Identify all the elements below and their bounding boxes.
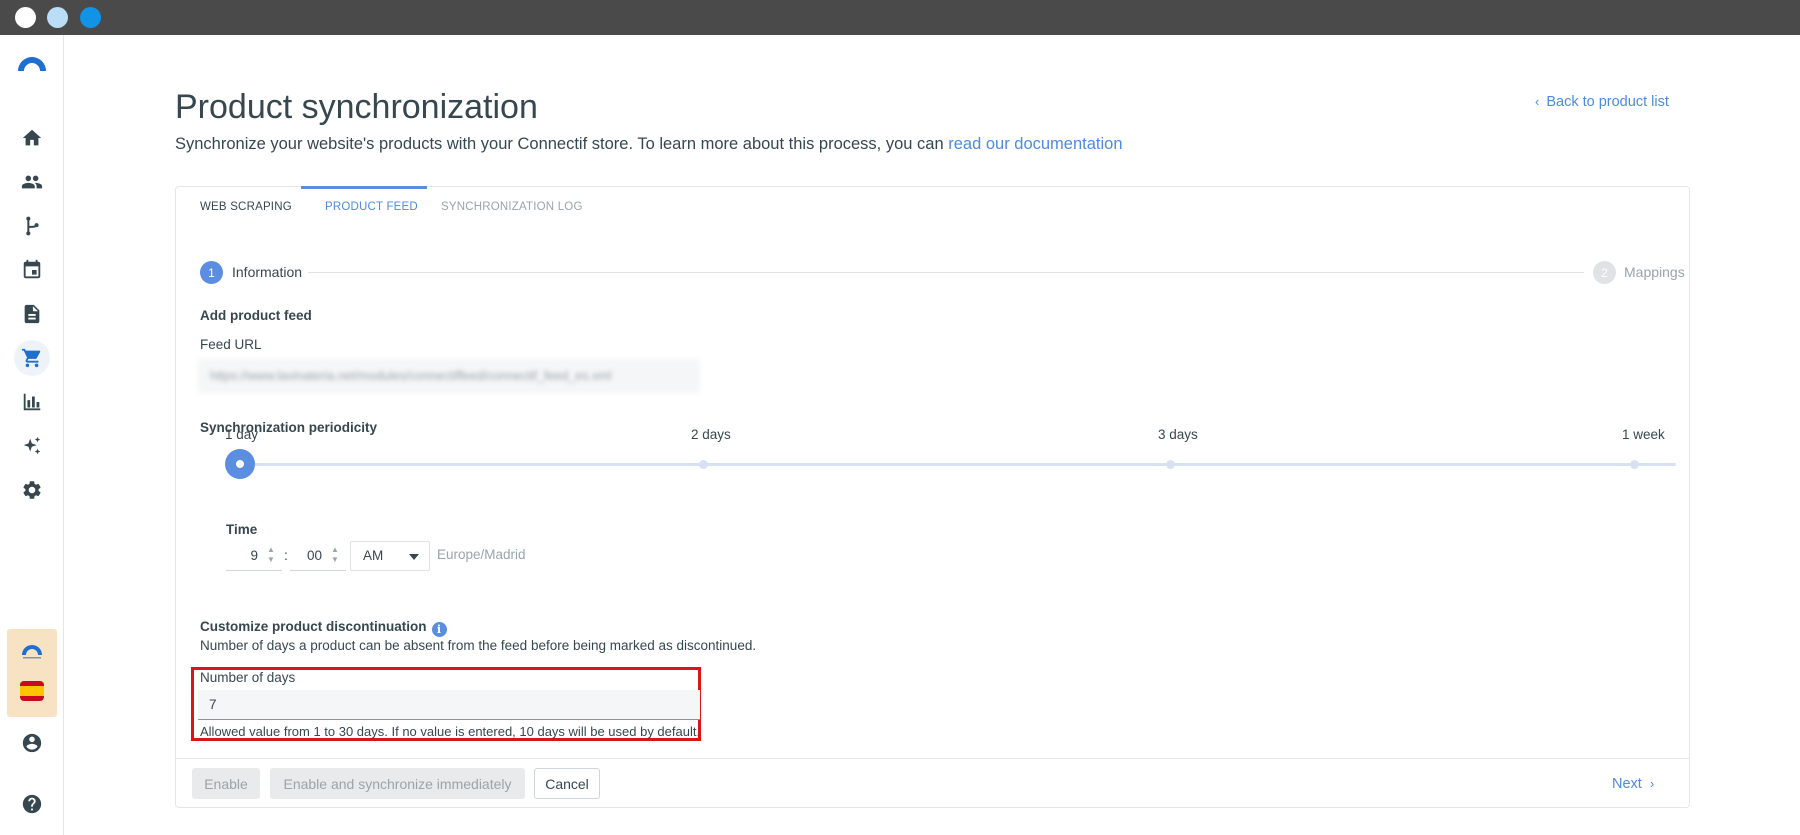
card-footer: Enable Enable and synchronize immediatel…	[176, 758, 1689, 808]
add-feed-title: Add product feed	[200, 308, 312, 323]
home-icon	[22, 129, 42, 146]
window-maximize-button[interactable]	[80, 7, 101, 28]
sidebar-item-store[interactable]	[14, 340, 50, 376]
enable-button[interactable]: Enable	[192, 768, 260, 799]
store-selector[interactable]	[7, 629, 57, 717]
document-icon	[24, 304, 40, 324]
stepper-connector	[308, 272, 1584, 273]
sidebar-item-contacts[interactable]	[14, 164, 50, 200]
product-sync-card: WEB SCRAPING PRODUCT FEED SYNCHRONIZATIO…	[175, 186, 1690, 808]
periodicity-option-1-day[interactable]: 1 day	[225, 427, 258, 442]
window-close-button[interactable]	[15, 7, 36, 28]
active-tab-indicator	[301, 186, 427, 189]
slider-track[interactable]	[239, 463, 1676, 466]
periodicity-option-2-days[interactable]: 2 days	[691, 427, 731, 442]
sidebar-item-reports[interactable]	[14, 384, 50, 420]
tab-bar: WEB SCRAPING PRODUCT FEED SYNCHRONIZATIO…	[176, 186, 1689, 233]
chevron-left-icon: ‹	[1535, 94, 1540, 109]
discontinuation-title: Customize product discontinuation i	[200, 619, 447, 637]
store-brand-logo	[22, 645, 42, 659]
periodicity-slider[interactable]: 1 day 2 days 3 days 1 week	[225, 427, 1676, 487]
step-1-number: 1	[200, 261, 223, 284]
step-2-label: Mappings	[1624, 264, 1685, 280]
sidebar-item-settings[interactable]	[14, 472, 50, 508]
periodicity-option-1-week[interactable]: 1 week	[1622, 427, 1665, 442]
cart-icon	[21, 348, 41, 368]
discontinuation-title-text: Customize product discontinuation	[200, 619, 427, 634]
ampm-select[interactable]: AM	[350, 541, 430, 571]
sidebar-item-help[interactable]	[14, 786, 50, 822]
step-2-number: 2	[1593, 261, 1616, 284]
back-to-product-list-link[interactable]: ‹ Back to product list	[1535, 94, 1669, 110]
slider-tick-3-days[interactable]	[1166, 460, 1175, 469]
periodicity-option-3-days[interactable]: 3 days	[1158, 427, 1198, 442]
info-icon[interactable]: i	[431, 622, 447, 637]
sidebar-item-workflows[interactable]	[14, 208, 50, 244]
enable-and-sync-button[interactable]: Enable and synchronize immediately	[270, 768, 525, 799]
window-minimize-button[interactable]	[47, 7, 68, 28]
minute-value: 00	[306, 548, 322, 563]
minute-spinner-icon[interactable]: ▲ ▼	[330, 545, 340, 565]
hour-value: 9	[250, 548, 258, 563]
contacts-icon	[21, 175, 43, 189]
window-titlebar	[0, 0, 1800, 35]
cancel-button[interactable]: Cancel	[534, 768, 600, 799]
sidebar-item-ai[interactable]	[14, 428, 50, 464]
slider-tick-1-week[interactable]	[1630, 460, 1639, 469]
chart-icon	[23, 393, 41, 411]
back-link-label: Back to product list	[1546, 94, 1669, 110]
tab-web-scraping[interactable]: WEB SCRAPING	[200, 201, 292, 213]
number-of-days-hint: Allowed value from 1 to 30 days. If no v…	[200, 724, 701, 739]
minute-input[interactable]: 00 ▲ ▼	[290, 541, 346, 571]
time-label: Time	[226, 522, 258, 537]
spain-flag-icon	[20, 681, 44, 701]
subtitle-text: Synchronize your website's products with…	[175, 135, 949, 153]
page-subtitle: Synchronize your website's products with…	[175, 135, 1123, 154]
documentation-link[interactable]: read our documentation	[948, 135, 1122, 153]
sparkle-icon	[23, 436, 41, 455]
sidebar	[0, 35, 64, 835]
next-button[interactable]: Next ›	[1612, 776, 1654, 792]
caret-down-icon	[409, 554, 419, 560]
workflow-icon	[26, 216, 39, 236]
hour-input[interactable]: 9 ▲ ▼	[226, 541, 282, 571]
sidebar-item-content[interactable]	[14, 296, 50, 332]
sidebar-item-home[interactable]	[14, 120, 50, 156]
feed-url-label: Feed URL	[200, 337, 262, 352]
slider-thumb[interactable]	[225, 449, 255, 479]
number-of-days-label: Number of days	[200, 670, 296, 685]
sidebar-item-calendar[interactable]	[14, 252, 50, 288]
next-label: Next	[1612, 776, 1642, 792]
page-title: Product synchronization	[175, 88, 538, 126]
gear-icon	[23, 481, 41, 499]
chevron-right-icon: ›	[1649, 776, 1655, 791]
hour-spinner-icon[interactable]: ▲ ▼	[266, 545, 276, 565]
tab-synchronization-log[interactable]: SYNCHRONIZATION LOG	[441, 201, 583, 213]
connectif-logo[interactable]	[16, 53, 48, 73]
user-icon	[22, 733, 42, 753]
number-of-days-input[interactable]: 7	[198, 690, 700, 720]
tab-product-feed[interactable]: PRODUCT FEED	[325, 201, 418, 213]
ampm-value: AM	[363, 548, 384, 563]
step-1-label: Information	[232, 264, 303, 280]
calendar-icon	[23, 259, 41, 279]
feed-url-input[interactable]	[198, 359, 700, 393]
wizard-stepper: 1 Information 2 Mappings	[200, 261, 1685, 285]
timezone-label: Europe/Madrid	[437, 547, 526, 562]
help-icon	[22, 794, 42, 814]
sidebar-item-account[interactable]	[14, 725, 50, 761]
discontinuation-description: Number of days a product can be absent f…	[200, 638, 757, 653]
slider-tick-2-days[interactable]	[699, 460, 708, 469]
time-separator: :	[284, 547, 288, 563]
